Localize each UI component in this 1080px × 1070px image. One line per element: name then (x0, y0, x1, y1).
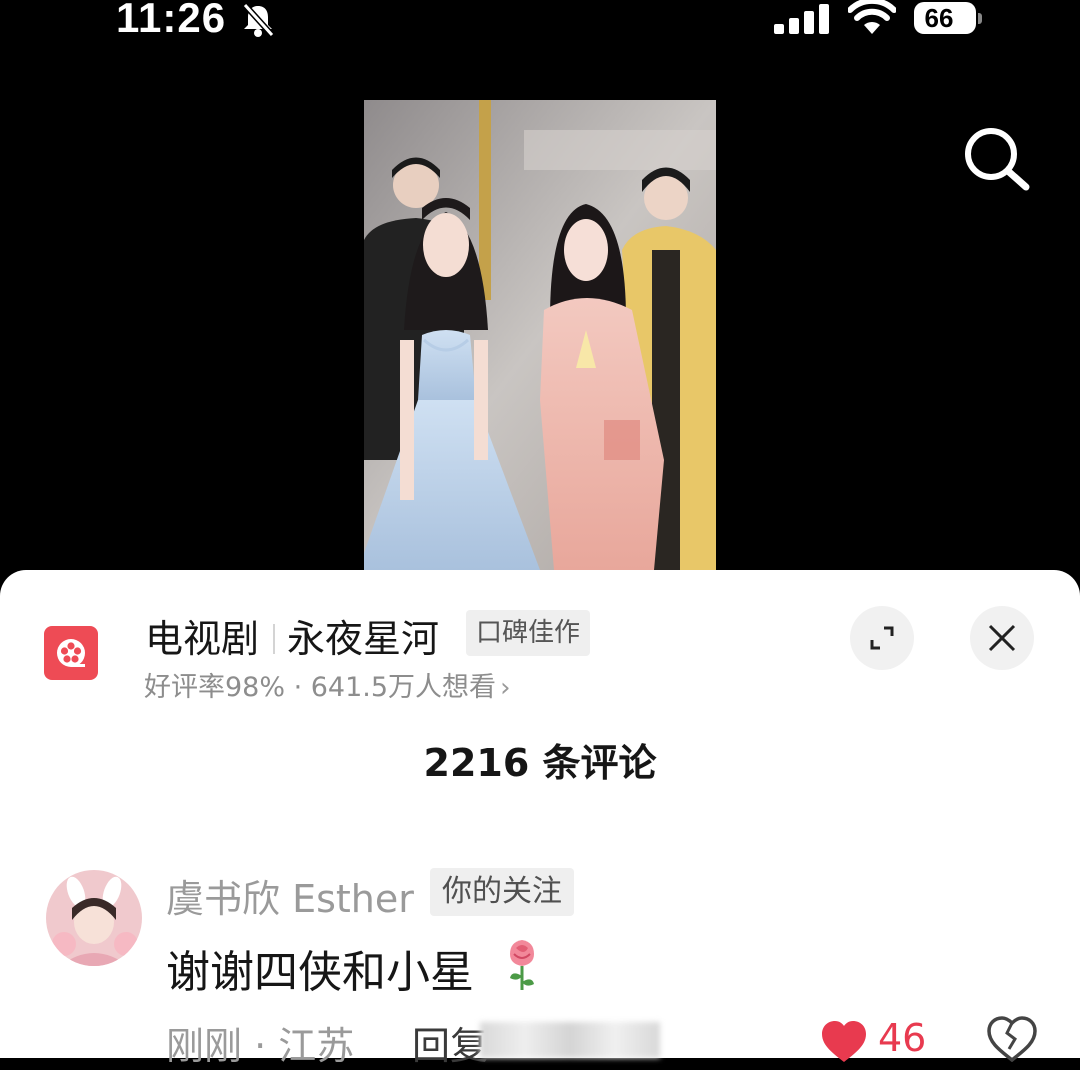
show-name: 永夜星河 (287, 617, 440, 661)
video-player[interactable] (364, 100, 716, 570)
search-icon[interactable] (958, 124, 1034, 194)
comment-text: 谢谢四侠和小星 (166, 947, 474, 998)
like-count: 46 (878, 1016, 927, 1060)
battery-level: 66 (924, 3, 954, 33)
expand-icon (870, 626, 894, 650)
show-title[interactable]: 电视剧 永夜星河 (145, 608, 439, 663)
comment-username[interactable]: 虞书欣 Esther (166, 868, 414, 923)
avatar[interactable] (46, 870, 142, 966)
close-icon (988, 624, 1016, 652)
broken-heart-icon[interactable] (986, 1016, 1038, 1062)
status-time: 11:26 (116, 0, 227, 41)
signal-icon (774, 4, 829, 34)
title-divider (273, 624, 276, 654)
chevron-right-icon: › (500, 673, 511, 703)
rose-icon (510, 940, 534, 990)
wifi-icon (848, 0, 896, 34)
battery-nub (978, 13, 982, 24)
reply-button[interactable]: 回复 (412, 1015, 488, 1070)
bell-slash-icon (242, 2, 275, 38)
status-bar: 11:26 66 (0, 0, 1080, 50)
heart-icon[interactable] (820, 1020, 868, 1064)
reply-blur-overlay (480, 1022, 660, 1058)
video-frame-image (364, 100, 716, 570)
comment-count: 2216 条评论 (423, 741, 657, 785)
show-meta[interactable]: 好评率98% · 641.5万人想看 › (144, 665, 510, 704)
close-button[interactable] (970, 606, 1034, 670)
show-meta-text: 好评率98% · 641.5万人想看 (144, 672, 497, 703)
comments-sheet: 电视剧 永夜星河 口碑佳作 好评率98% · 641.5万人想看 › 2216 条评… (0, 570, 1080, 1068)
acclaim-badge: 口碑佳作 (466, 610, 591, 656)
expand-button[interactable] (850, 606, 914, 670)
film-reel-icon[interactable] (44, 626, 98, 680)
comment-time-location: 刚刚 · 江苏 (166, 1024, 355, 1068)
battery-icon: 66 (914, 2, 984, 36)
following-badge: 你的关注 (430, 868, 574, 916)
show-category: 电视剧 (145, 617, 260, 661)
